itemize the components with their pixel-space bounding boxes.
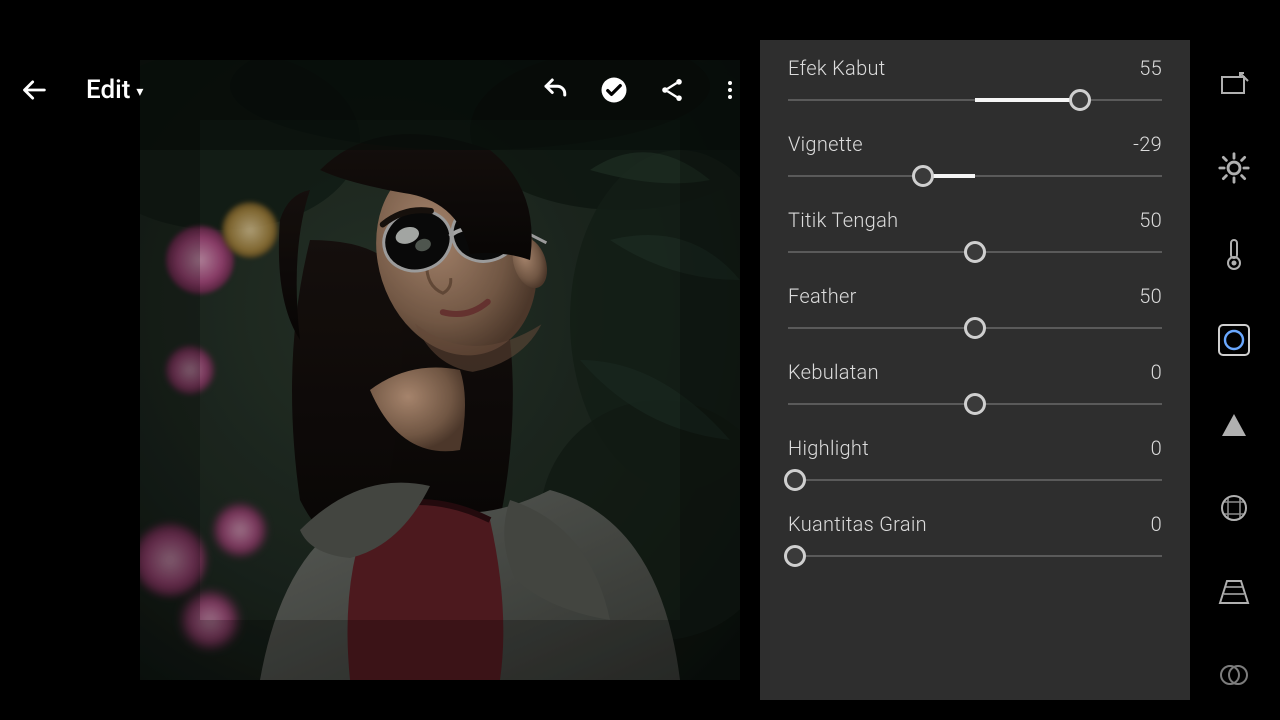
light-tool[interactable] bbox=[1214, 151, 1254, 185]
slider-track[interactable] bbox=[788, 314, 1162, 342]
slider-label: Kuantitas Grain bbox=[788, 512, 927, 536]
optics-tool[interactable] bbox=[1214, 492, 1254, 524]
slider-thumb[interactable] bbox=[964, 317, 986, 339]
back-button[interactable] bbox=[18, 73, 52, 107]
overflow-button[interactable] bbox=[710, 70, 750, 110]
tool-rail bbox=[1200, 50, 1268, 690]
temperature-icon bbox=[1222, 237, 1246, 271]
slider-kebulatan: Kebulatan 0 bbox=[788, 360, 1162, 418]
slider-titik-tengah: Titik Tengah 50 bbox=[788, 208, 1162, 266]
slider-label: Kebulatan bbox=[788, 360, 879, 384]
slider-value: 50 bbox=[1139, 208, 1162, 232]
slider-value: 55 bbox=[1139, 56, 1162, 80]
slider-value: 50 bbox=[1139, 284, 1162, 308]
arrow-left-icon bbox=[21, 76, 49, 104]
undo-icon bbox=[541, 75, 571, 105]
crop-tool[interactable] bbox=[1214, 68, 1254, 99]
slider-value: 0 bbox=[1151, 512, 1162, 536]
slider-thumb[interactable] bbox=[1069, 89, 1091, 111]
slider-thumb[interactable] bbox=[784, 545, 806, 567]
slider-label: Efek Kabut bbox=[788, 56, 885, 80]
slider-track[interactable] bbox=[788, 542, 1162, 570]
app-frame: Edit ▾ bbox=[0, 20, 1280, 700]
header-bar: Edit ▾ bbox=[0, 60, 760, 120]
slider-value: 0 bbox=[1151, 436, 1162, 460]
slider-track[interactable] bbox=[788, 238, 1162, 266]
slider-track[interactable] bbox=[788, 390, 1162, 418]
triangle-icon bbox=[1219, 410, 1249, 440]
check-circle-icon bbox=[599, 75, 629, 105]
photo-preview-svg bbox=[140, 60, 740, 680]
effects-icon bbox=[1219, 660, 1249, 690]
slider-thumb[interactable] bbox=[912, 165, 934, 187]
effects-tool[interactable] bbox=[1214, 323, 1254, 357]
slider-label: Titik Tengah bbox=[788, 208, 898, 232]
slider-thumb[interactable] bbox=[964, 241, 986, 263]
undo-button[interactable] bbox=[536, 70, 576, 110]
slider-label: Feather bbox=[788, 284, 857, 308]
presets-tool[interactable] bbox=[1214, 659, 1254, 690]
lens-icon bbox=[1218, 492, 1250, 524]
share-icon bbox=[658, 76, 686, 104]
geometry-icon bbox=[1217, 578, 1251, 606]
crop-icon bbox=[1218, 69, 1250, 99]
effects-panel: Efek Kabut55Vignette-29Titik Tengah50Fea… bbox=[760, 40, 1190, 700]
slider-track[interactable] bbox=[788, 86, 1162, 114]
slider-thumb[interactable] bbox=[784, 469, 806, 491]
caret-down-icon: ▾ bbox=[136, 84, 143, 100]
color-tool[interactable] bbox=[1214, 237, 1254, 271]
brightness-icon bbox=[1217, 151, 1251, 185]
confirm-button[interactable] bbox=[594, 70, 634, 110]
slider-label: Vignette bbox=[788, 132, 863, 156]
slider-value: 0 bbox=[1151, 360, 1162, 384]
slider-track[interactable] bbox=[788, 162, 1162, 190]
edit-menu[interactable]: Edit ▾ bbox=[86, 75, 143, 105]
photo-preview[interactable] bbox=[140, 60, 740, 680]
optics-icon bbox=[1217, 323, 1251, 357]
edit-label: Edit bbox=[86, 75, 130, 105]
share-button[interactable] bbox=[652, 70, 692, 110]
detail-tool[interactable] bbox=[1214, 409, 1254, 440]
slider-highlight: Highlight 0 bbox=[788, 436, 1162, 494]
slider-value: -29 bbox=[1133, 132, 1162, 156]
more-vertical-icon bbox=[718, 78, 742, 102]
slider-vignette: Vignette -29 bbox=[788, 132, 1162, 190]
slider-thumb[interactable] bbox=[964, 393, 986, 415]
slider-kuantitas-grain: Kuantitas Grain 0 bbox=[788, 512, 1162, 570]
slider-feather: Feather 50 bbox=[788, 284, 1162, 342]
slider-efek-kabut: Efek Kabut 55 bbox=[788, 56, 1162, 114]
geometry-tool[interactable] bbox=[1214, 576, 1254, 607]
slider-track[interactable] bbox=[788, 466, 1162, 494]
slider-label: Highlight bbox=[788, 436, 869, 460]
